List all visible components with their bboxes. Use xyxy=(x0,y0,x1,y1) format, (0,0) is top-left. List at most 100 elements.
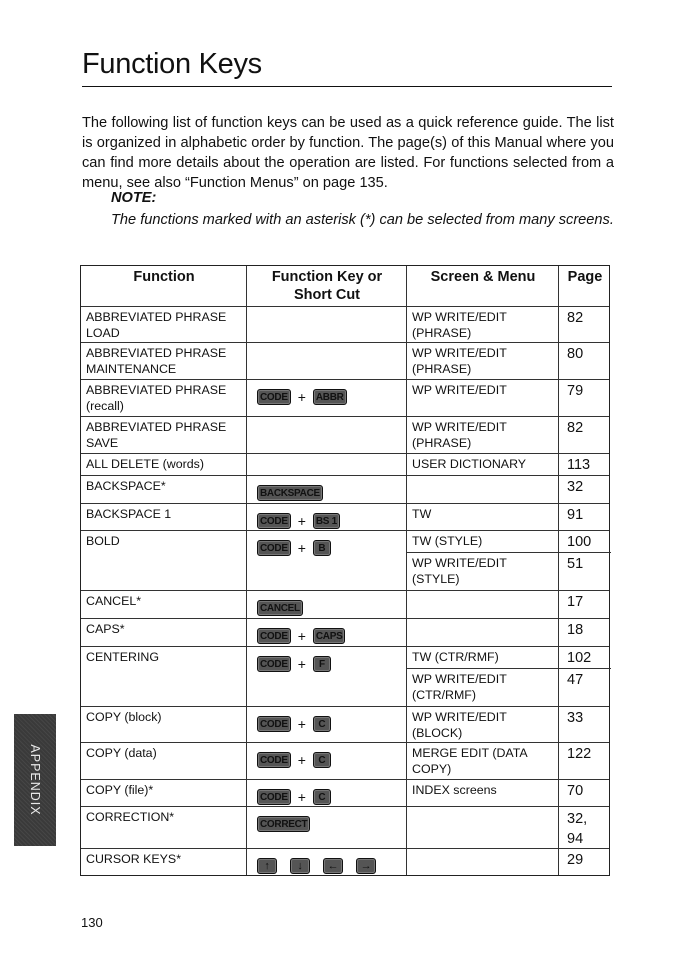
table-row: COPY (data) CODE + C MERGE EDIT (DATA COPY) 1… xyxy=(81,743,609,780)
page-ref: 113 xyxy=(567,457,591,473)
function-name: CENTERING xyxy=(86,650,159,664)
note-label: NOTE: xyxy=(111,190,157,206)
header-page: Page xyxy=(567,269,603,285)
key-caps: CAPS xyxy=(312,628,346,644)
table-row: BACKSPACE 1 CODE + BS 1 TW 91 xyxy=(81,504,609,531)
page-number: 130 xyxy=(81,915,103,930)
key-c: C xyxy=(312,789,331,805)
page-ref: 29 xyxy=(567,852,584,868)
key-correct: CORRECT xyxy=(257,816,311,832)
header-screen-menu: Screen & Menu xyxy=(430,269,536,285)
page-ref: 91 xyxy=(567,507,584,523)
function-name: COPY (block) xyxy=(86,710,162,724)
table-row: ALL DELETE (words) USER DICTIONARY 113 xyxy=(81,454,609,476)
intro-paragraph: The following list of function keys can … xyxy=(82,115,614,191)
key-code: CODE xyxy=(257,656,291,672)
function-name: BOLD xyxy=(86,534,120,548)
key-code: CODE xyxy=(257,389,291,405)
arrow-down-key-icon: ↓ xyxy=(290,858,310,874)
table-row: CURSOR KEYS* ↑ ↓ ← → 29 xyxy=(81,849,609,877)
key-combination: CODE + CAPS xyxy=(257,628,346,644)
page-title: Function Keys xyxy=(82,48,262,80)
key-combination: ↑ ↓ ← → xyxy=(257,858,382,874)
function-name: ALL DELETE (words) xyxy=(86,457,204,471)
arrow-right-key-icon: → xyxy=(356,858,376,874)
page-ref: 33 xyxy=(567,710,584,726)
screen-menu: TW xyxy=(412,507,432,521)
page-ref: 122 xyxy=(567,746,592,762)
page-ref: 80 xyxy=(567,346,584,362)
plus-sign: + xyxy=(297,656,306,672)
key-code: CODE xyxy=(257,628,291,644)
page-ref: 47 xyxy=(567,672,584,688)
title-divider xyxy=(82,86,612,87)
table-row: ABBREVIATED PHRASE SAVE WP WRITE/EDIT (PH… xyxy=(81,417,609,454)
screen-menu: WP WRITE/EDIT (PHRASE) xyxy=(412,310,507,340)
screen-menu: WP WRITE/EDIT (BLOCK) xyxy=(412,710,507,740)
function-name: ABBREVIATED PHRASE (recall) xyxy=(86,383,227,413)
function-name: ABBREVIATED PHRASE LOAD xyxy=(86,310,227,340)
plus-sign: + xyxy=(297,513,306,529)
screen-menu: USER DICTIONARY xyxy=(412,457,527,471)
key-combination: CODE + C xyxy=(257,752,331,768)
function-name: CORRECTION* xyxy=(86,810,175,824)
table-row: BACKSPACE* BACKSPACE 32 xyxy=(81,476,609,504)
page-ref: 79 xyxy=(567,383,584,399)
page-ref: 82 xyxy=(567,310,584,326)
key-combination: CODE + ABBR xyxy=(257,389,347,405)
key-code: CODE xyxy=(257,540,291,556)
screen-menu: TW (CTR/RMF) xyxy=(412,650,499,664)
plus-sign: + xyxy=(297,389,306,405)
arrow-left-key-icon: ← xyxy=(323,858,343,874)
page-ref: 32 xyxy=(567,479,584,495)
table-row: ABBREVIATED PHRASE LOAD WP WRITE/EDIT (PH… xyxy=(81,307,609,343)
key-code: CODE xyxy=(257,789,291,805)
function-name: COPY (data) xyxy=(86,746,157,760)
screen-menu: WP WRITE/EDIT (PHRASE) xyxy=(412,420,507,450)
page-ref: 70 xyxy=(567,783,584,799)
screen-menu: WP WRITE/EDIT xyxy=(412,383,507,397)
page-ref: 18 xyxy=(567,622,584,638)
table-row: CANCEL* CANCEL 17 xyxy=(81,591,609,619)
key-code: CODE xyxy=(257,716,291,732)
screen-menu: TW (STYLE) xyxy=(412,534,483,548)
function-keys-table: Function Function Key or Short Cut Screen … xyxy=(80,265,611,877)
plus-sign: + xyxy=(297,789,306,805)
key-b: B xyxy=(312,540,331,556)
table-row: CENTERING CODE + F TW (CTR/RMF) 102 WP WRITE/E… xyxy=(81,647,611,707)
table-row: BOLD CODE + B TW (STYLE) 100 WP WRITE/EDIT (ST… xyxy=(81,531,611,591)
function-name: COPY (file)* xyxy=(86,783,154,797)
screen-menu: WP WRITE/EDIT (STYLE) xyxy=(412,556,507,586)
plus-sign: + xyxy=(297,752,306,768)
page-ref: 17 xyxy=(567,594,584,610)
key-backspace: BACKSPACE xyxy=(257,485,323,501)
plus-sign: + xyxy=(297,716,306,732)
function-name: BACKSPACE* xyxy=(86,479,166,493)
table-row: COPY (file)* CODE + C INDEX screens 70 xyxy=(81,780,609,807)
key-code: CODE xyxy=(257,513,291,529)
key-combination: CANCEL xyxy=(257,600,303,616)
header-function-key: Function Key or Short Cut xyxy=(271,269,383,303)
page-ref: 100 xyxy=(567,534,592,550)
function-name: CURSOR KEYS* xyxy=(86,852,182,866)
key-combination: CODE + C xyxy=(257,716,331,732)
function-name: BACKSPACE 1 xyxy=(86,507,172,521)
appendix-side-tab-label: APPENDIX xyxy=(28,744,42,816)
page-ref: 102 xyxy=(567,650,592,666)
key-code: CODE xyxy=(257,752,291,768)
page-ref: 82 xyxy=(567,420,584,436)
key-abbr: ABBR xyxy=(312,389,347,405)
key-combination: CORRECT xyxy=(257,816,311,832)
function-name: ABBREVIATED PHRASE MAINTENANCE xyxy=(86,346,227,376)
key-f: F xyxy=(312,656,331,672)
table-row: COPY (block) CODE + C WP WRITE/EDIT (BLOCK) 3… xyxy=(81,707,609,743)
table-row: ABBREVIATED PHRASE (recall) CODE + ABBR WP W… xyxy=(81,380,609,417)
plus-sign: + xyxy=(297,628,306,644)
screen-menu: WP WRITE/EDIT (PHRASE) xyxy=(412,346,507,376)
key-combination: CODE + B xyxy=(257,540,331,556)
function-name: CANCEL* xyxy=(86,594,142,608)
key-combination: BACKSPACE xyxy=(257,485,323,501)
page-ref: 51 xyxy=(567,556,584,572)
table-row: CAPS* CODE + CAPS 18 xyxy=(81,619,609,647)
key-c: C xyxy=(312,716,331,732)
